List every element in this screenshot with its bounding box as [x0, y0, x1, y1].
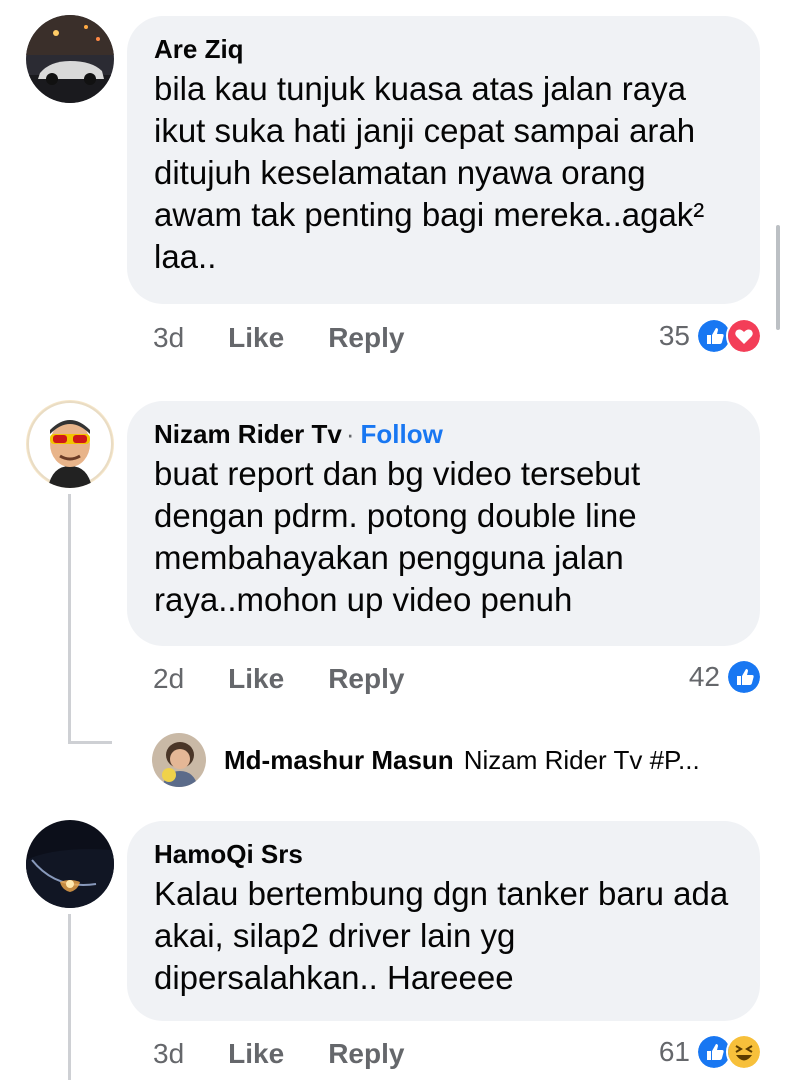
- comment-actions: 3d Like Reply: [153, 1034, 404, 1074]
- reactions-summary[interactable]: 61: [659, 1032, 762, 1072]
- scrollbar[interactable]: [776, 225, 780, 330]
- comment-author[interactable]: HamoQi Srs: [154, 839, 732, 869]
- comment-time[interactable]: 3d: [153, 1038, 184, 1070]
- comment-bubble: Nizam Rider Tv · Follow buat report dan bg…: [127, 401, 760, 646]
- like-icon: [726, 659, 762, 695]
- comment-actions: 3d Like Reply: [153, 318, 404, 358]
- comment-bubble: HamoQi Srs Kalau bertembung dgn tanker b…: [127, 821, 760, 1021]
- avatar-md-mashur-masun[interactable]: [152, 733, 206, 787]
- reactions-summary[interactable]: 42: [689, 657, 762, 697]
- love-icon: [726, 318, 762, 354]
- avatar-are-ziq[interactable]: [26, 15, 114, 103]
- reply-text: Nizam Rider Tv #P...: [463, 744, 700, 775]
- reply-button[interactable]: Reply: [328, 1038, 404, 1070]
- reply-preview[interactable]: Md-mashur Masun Nizam Rider Tv #P...: [152, 733, 700, 787]
- thread-line: [68, 494, 71, 744]
- comment-author[interactable]: Nizam Rider Tv: [154, 419, 342, 449]
- reply-author[interactable]: Md-mashur Masun: [224, 745, 454, 776]
- comment-actions: 2d Like Reply: [153, 659, 404, 699]
- reaction-count: 42: [688, 661, 720, 692]
- comment-bubble: Are Ziq bila kau tunjuk kuasa atas jalan…: [127, 16, 760, 304]
- reaction-count: 61: [658, 1036, 690, 1067]
- avatar-hamoqi-srs[interactable]: [26, 820, 114, 908]
- reactions-summary[interactable]: 35: [659, 316, 762, 356]
- thread-connector: [68, 741, 112, 744]
- comment-text: Kalau bertembung dgn tanker baru ada aka…: [154, 875, 729, 996]
- comment-author-line: Nizam Rider Tv · Follow: [154, 419, 732, 449]
- like-button[interactable]: Like: [228, 322, 284, 354]
- like-button[interactable]: Like: [228, 1038, 284, 1070]
- follow-button[interactable]: Follow: [361, 419, 443, 449]
- thread-line: [68, 914, 71, 1080]
- comment-time[interactable]: 3d: [153, 322, 184, 354]
- comment-text: buat report dan bg video tersebut dengan…: [154, 455, 641, 618]
- comment-author[interactable]: Are Ziq: [154, 34, 732, 64]
- reply-button[interactable]: Reply: [328, 322, 404, 354]
- separator-dot: ·: [345, 419, 355, 449]
- reaction-count: 35: [658, 320, 690, 351]
- like-button[interactable]: Like: [228, 663, 284, 695]
- haha-icon: [726, 1034, 762, 1070]
- comment-time[interactable]: 2d: [153, 663, 184, 695]
- comment-text: bila kau tunjuk kuasa atas jalan raya ik…: [154, 70, 705, 275]
- reply-button[interactable]: Reply: [328, 663, 404, 695]
- avatar-nizam-rider-tv[interactable]: [26, 400, 114, 488]
